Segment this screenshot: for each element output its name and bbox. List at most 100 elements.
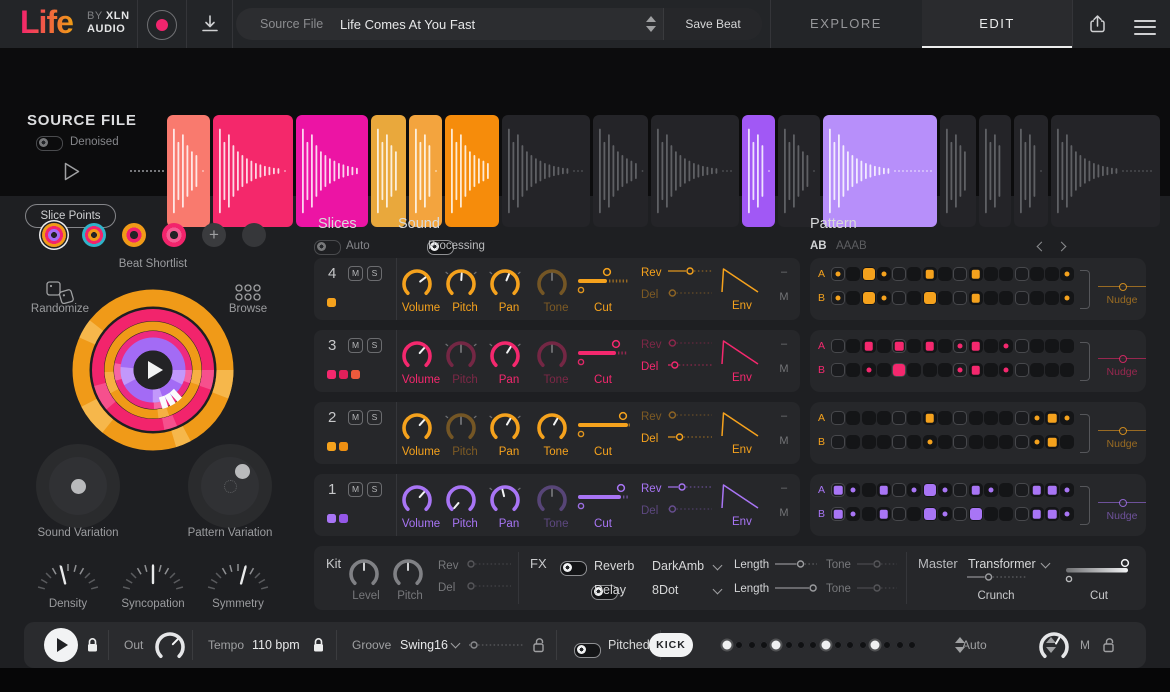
mute-button[interactable]: M bbox=[348, 266, 363, 281]
delay-preset-select[interactable]: 8Dot bbox=[652, 583, 678, 597]
pattern-step[interactable] bbox=[831, 483, 845, 497]
pattern-step[interactable] bbox=[907, 363, 921, 377]
pattern-step[interactable] bbox=[862, 411, 876, 425]
pattern-step[interactable] bbox=[877, 363, 891, 377]
mix-knob[interactable] bbox=[1036, 629, 1072, 665]
pattern-step[interactable] bbox=[1060, 483, 1074, 497]
pattern-step[interactable] bbox=[907, 483, 921, 497]
pattern-step[interactable] bbox=[1015, 291, 1029, 305]
pattern-step[interactable] bbox=[892, 435, 906, 449]
wave-slice[interactable] bbox=[1014, 115, 1048, 227]
wave-slice-active[interactable] bbox=[409, 115, 442, 227]
step-dot[interactable] bbox=[859, 641, 867, 649]
wave-slice-active[interactable] bbox=[742, 115, 775, 227]
denoised-toggle[interactable] bbox=[36, 136, 63, 151]
source-file-field[interactable]: Source File Life Comes At You Fast Save … bbox=[236, 8, 762, 40]
pattern-step[interactable] bbox=[938, 435, 952, 449]
step-dot-active[interactable] bbox=[870, 641, 879, 650]
pattern-step[interactable] bbox=[862, 267, 876, 281]
pattern-step[interactable] bbox=[862, 291, 876, 305]
pattern-step[interactable] bbox=[938, 339, 952, 353]
kit-rev-slider[interactable] bbox=[466, 559, 512, 569]
kit-del-slider[interactable] bbox=[466, 581, 512, 591]
pattern-step[interactable] bbox=[938, 267, 952, 281]
pattern-step[interactable] bbox=[923, 291, 937, 305]
del-slider[interactable] bbox=[667, 432, 713, 442]
pattern-step[interactable] bbox=[892, 291, 906, 305]
pattern-step[interactable] bbox=[892, 507, 906, 521]
env-shape[interactable] bbox=[718, 263, 762, 297]
pattern-step[interactable] bbox=[969, 363, 983, 377]
pattern-step[interactable] bbox=[1030, 507, 1044, 521]
master-lock-icon[interactable] bbox=[1102, 637, 1117, 653]
out-knob[interactable] bbox=[152, 629, 188, 665]
pattern-step[interactable] bbox=[999, 411, 1013, 425]
pattern-step[interactable] bbox=[969, 291, 983, 305]
pattern-step[interactable] bbox=[907, 267, 921, 281]
rev-slider[interactable] bbox=[667, 338, 713, 348]
pattern-step[interactable] bbox=[999, 339, 1013, 353]
pattern-step[interactable] bbox=[846, 291, 860, 305]
pattern-step[interactable] bbox=[984, 291, 998, 305]
pattern-step[interactable] bbox=[1045, 483, 1059, 497]
pitched-toggle[interactable] bbox=[574, 643, 601, 658]
reverb-tone-slider[interactable] bbox=[856, 559, 898, 569]
pattern-step[interactable] bbox=[831, 435, 845, 449]
pattern-step[interactable] bbox=[831, 363, 845, 377]
step-dot[interactable] bbox=[748, 641, 756, 649]
kit-level-knob[interactable] bbox=[346, 556, 382, 592]
pattern-step[interactable] bbox=[1060, 411, 1074, 425]
pattern-next-icon[interactable] bbox=[1057, 242, 1067, 252]
share-icon[interactable] bbox=[1087, 13, 1108, 35]
step-dot[interactable] bbox=[760, 641, 768, 649]
del-slider[interactable] bbox=[667, 288, 713, 298]
pattern-step[interactable] bbox=[1060, 291, 1074, 305]
pattern-step[interactable] bbox=[846, 363, 860, 377]
pattern-step[interactable] bbox=[1015, 483, 1029, 497]
step-dot[interactable] bbox=[797, 641, 805, 649]
pattern-step[interactable] bbox=[892, 411, 906, 425]
pattern-step[interactable] bbox=[999, 483, 1013, 497]
pattern-step[interactable] bbox=[1060, 435, 1074, 449]
knob-tone[interactable] bbox=[534, 410, 578, 446]
pattern-step[interactable] bbox=[923, 411, 937, 425]
step-dot-active[interactable] bbox=[821, 641, 830, 650]
wave-slice-active[interactable] bbox=[823, 115, 937, 227]
pattern-step[interactable] bbox=[862, 363, 876, 377]
pattern-step[interactable] bbox=[1015, 507, 1029, 521]
pattern-step[interactable] bbox=[938, 411, 952, 425]
pattern-mode-ab[interactable]: AB bbox=[810, 240, 827, 252]
dial-density[interactable] bbox=[28, 553, 108, 599]
pattern-step[interactable] bbox=[1045, 411, 1059, 425]
solo-button[interactable]: S bbox=[367, 410, 382, 425]
groove-lock-icon[interactable] bbox=[532, 637, 547, 653]
pattern-step[interactable] bbox=[877, 483, 891, 497]
knob-tone[interactable] bbox=[534, 338, 578, 374]
pattern-step[interactable] bbox=[831, 507, 845, 521]
del-slider[interactable] bbox=[667, 360, 713, 370]
pattern-step[interactable] bbox=[969, 339, 983, 353]
wave-slice-active[interactable] bbox=[371, 115, 406, 227]
pattern-step[interactable] bbox=[1045, 363, 1059, 377]
knob-pan[interactable] bbox=[487, 338, 531, 374]
pattern-step[interactable] bbox=[862, 507, 876, 521]
pattern-step[interactable] bbox=[877, 339, 891, 353]
step-dot[interactable] bbox=[896, 641, 904, 649]
pattern-step[interactable] bbox=[877, 435, 891, 449]
pattern-step[interactable] bbox=[846, 411, 860, 425]
reverb-toggle[interactable] bbox=[560, 561, 587, 576]
record-button[interactable] bbox=[147, 10, 177, 40]
pattern-prev-icon[interactable] bbox=[1037, 242, 1047, 252]
step-dot[interactable] bbox=[735, 641, 743, 649]
step-dot[interactable] bbox=[883, 641, 891, 649]
pattern-step[interactable] bbox=[969, 507, 983, 521]
wave-slice[interactable] bbox=[651, 115, 739, 227]
pattern-step[interactable] bbox=[892, 339, 906, 353]
pattern-step[interactable] bbox=[953, 339, 967, 353]
pattern-step[interactable] bbox=[892, 483, 906, 497]
slot-mute[interactable]: M bbox=[772, 435, 796, 447]
knob-pitch[interactable] bbox=[443, 338, 487, 374]
del-slider[interactable] bbox=[667, 504, 713, 514]
pattern-step[interactable] bbox=[953, 363, 967, 377]
pattern-step[interactable] bbox=[953, 267, 967, 281]
